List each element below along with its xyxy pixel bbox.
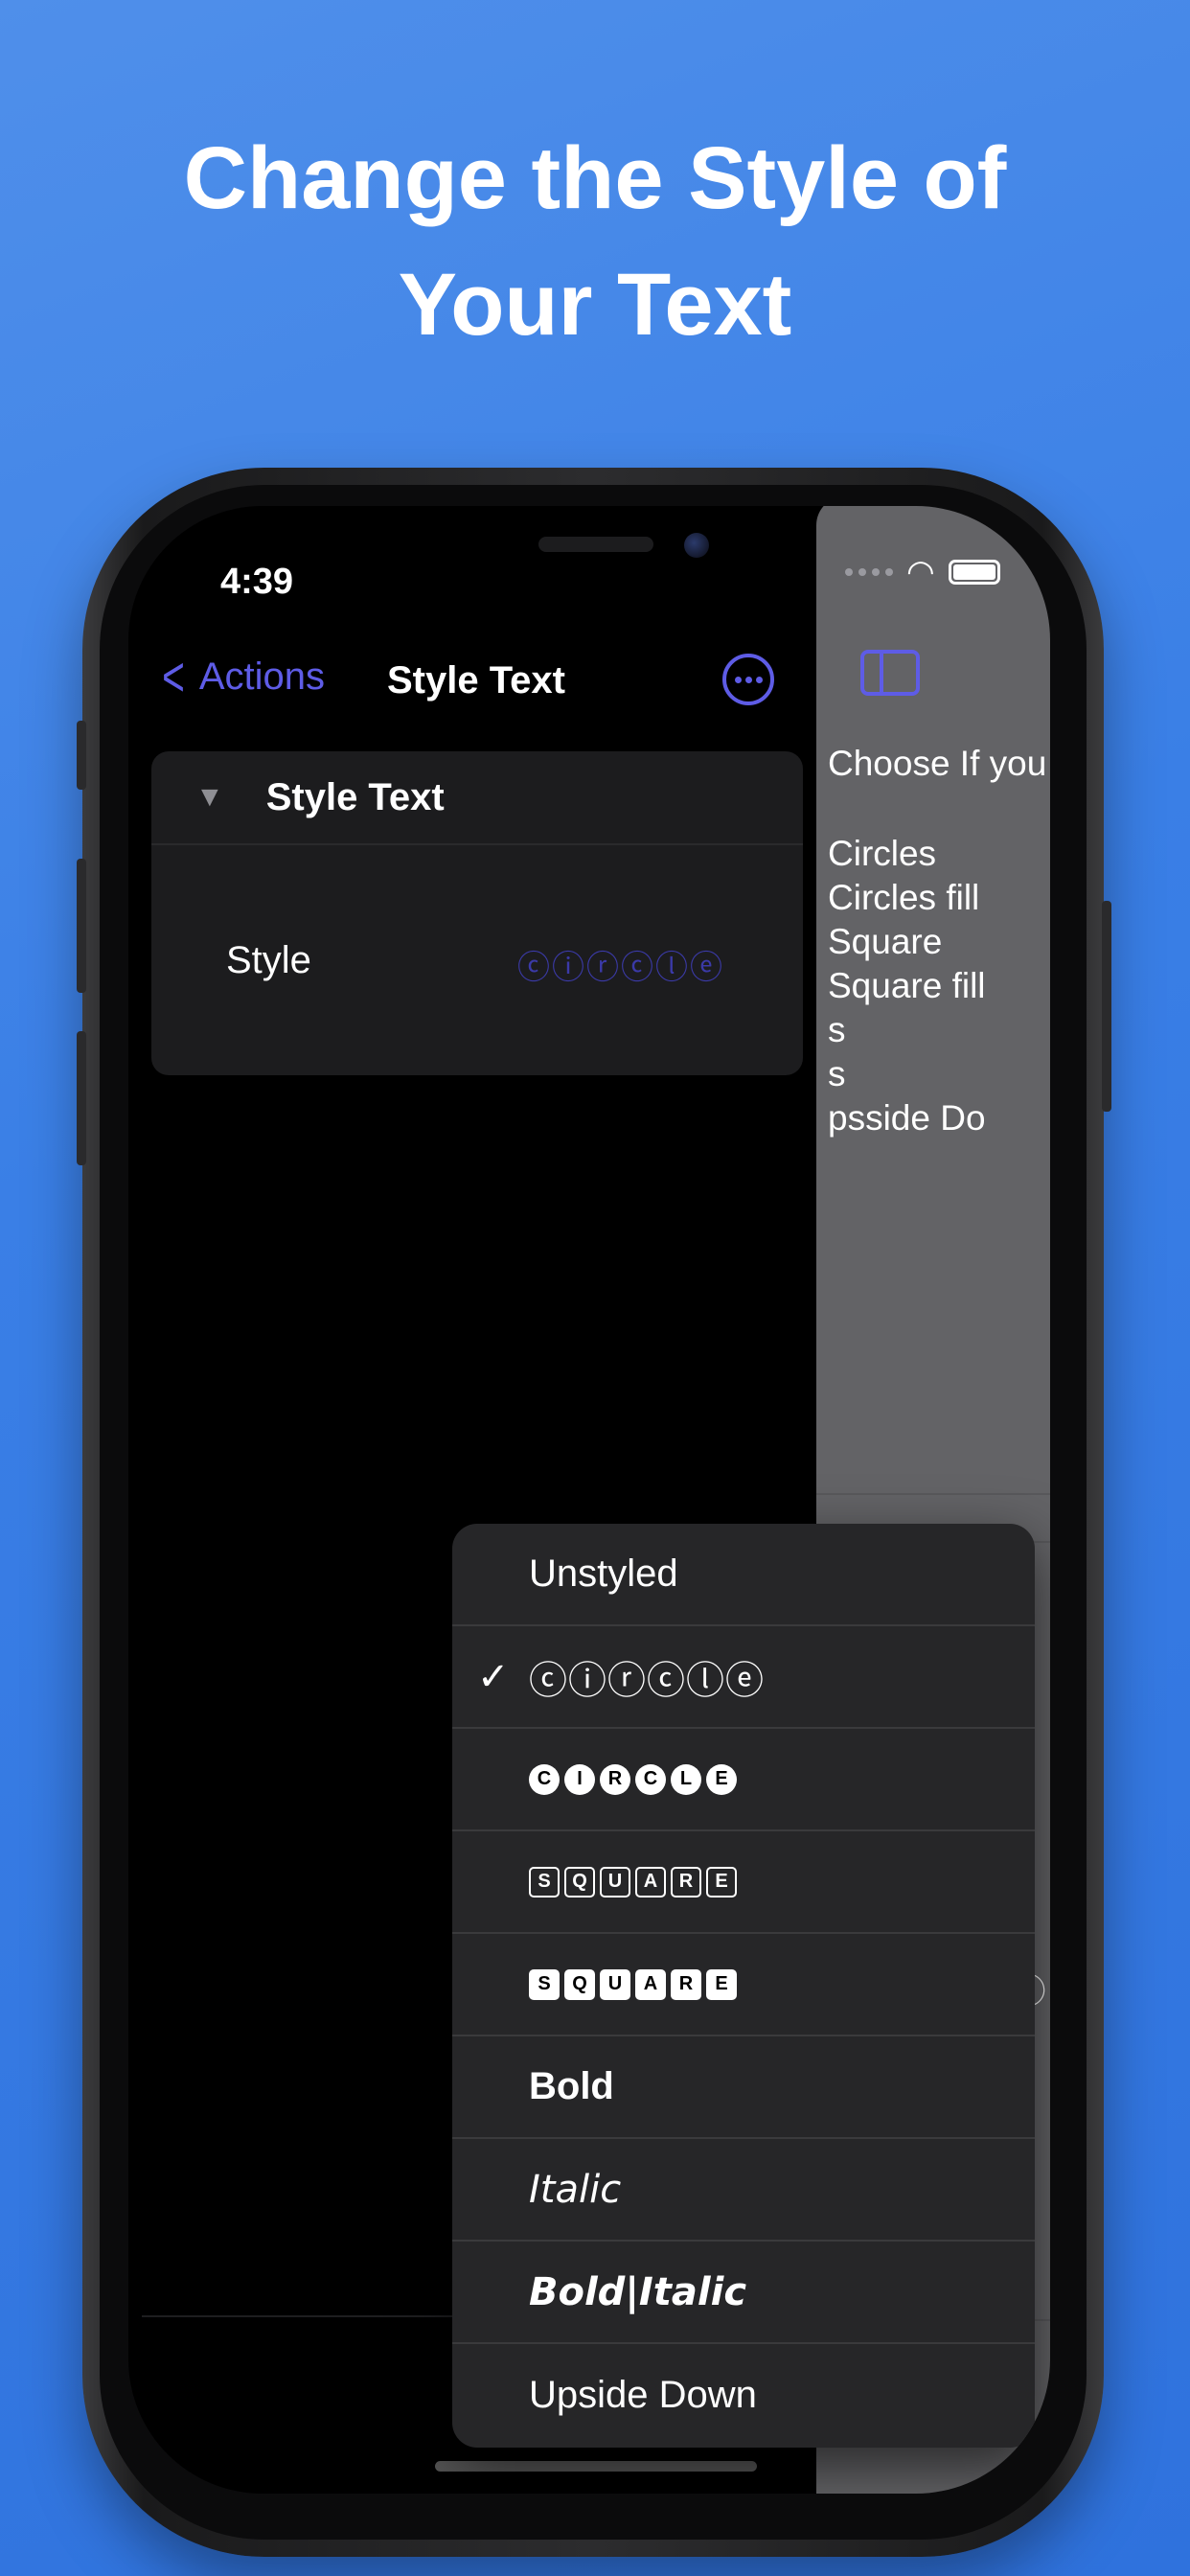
divider <box>816 1493 1050 1495</box>
triangle-down-icon[interactable]: ▼ <box>195 781 224 814</box>
checkmark-icon: ✓ <box>477 1655 510 1698</box>
wifi-icon: ◠ <box>906 554 935 590</box>
volume-up-button <box>77 859 86 993</box>
list-item: Square fill <box>828 966 986 1005</box>
menu-item-letter: R <box>600 1763 630 1795</box>
headline-line-2: Your Text <box>398 256 792 354</box>
menu-item-letter: Q <box>564 1866 595 1898</box>
signal-dots <box>845 568 893 576</box>
list-item: Square <box>828 922 943 961</box>
ellipsis-circle-icon[interactable] <box>722 654 774 705</box>
list-item: Circles <box>828 834 937 873</box>
menu-item-label: Italic <box>529 2167 622 2212</box>
menu-item-letter: E <box>706 1763 737 1795</box>
menu-item-letter: S <box>529 1968 560 2000</box>
menu-item-square-filled[interactable]: SQUARE <box>452 1934 1035 2036</box>
front-camera <box>684 533 709 558</box>
power-button <box>1102 901 1111 1112</box>
menu-item-letter: U <box>600 1866 630 1898</box>
menu-item-circle-outline[interactable]: ✓ ⓒⓘⓡⓒⓛⓔ <box>452 1626 1035 1729</box>
volume-down-button <box>77 1031 86 1165</box>
action-card-header[interactable]: ▼ Style Text <box>151 751 803 845</box>
option-list: Circles Circles fill Square Square fill … <box>828 832 986 1140</box>
style-row-value[interactable]: ⓒⓘⓡⓒⓛⓔ <box>517 941 724 988</box>
nav-title: Style Text <box>387 659 565 702</box>
menu-item-letter: R <box>671 1968 701 2000</box>
action-card-title: Style Text <box>265 775 445 818</box>
menu-item-unstyled[interactable]: Unstyled <box>452 1524 1035 1626</box>
menu-item-letter: U <box>600 1968 630 2000</box>
back-button[interactable]: < Actions <box>157 645 326 708</box>
menu-item-letter: A <box>635 1866 666 1898</box>
menu-item-bold-italic[interactable]: Bold|Italic <box>452 2242 1035 2344</box>
list-item: s <box>828 1010 846 1049</box>
chevron-left-icon: < <box>162 645 185 708</box>
menu-item-bold[interactable]: Bold <box>452 2036 1035 2139</box>
menu-item-square-outline[interactable]: SQUARE <box>452 1831 1035 1934</box>
back-label: Actions <box>198 656 326 698</box>
menu-item-label: ⓒⓘⓡⓒⓛⓔ <box>529 1658 765 1703</box>
menu-item-label: SQUARE <box>529 1866 737 1898</box>
menu-item-letter: R <box>671 1866 701 1898</box>
menu-item-label: SQUARE <box>529 1968 737 2000</box>
headline-line-1: Change the Style of <box>183 129 1007 227</box>
menu-item-letter: E <box>706 1968 737 2000</box>
phone-screen: 4:39 < Actions Style Text ▼ Style Text S… <box>128 506 1050 2494</box>
menu-item-letter: I <box>564 1763 595 1795</box>
style-menu: Unstyled ✓ ⓒⓘⓡⓒⓛⓔ CIRCLE SQUARE SQUARE B… <box>452 1524 1035 2448</box>
menu-item-letter: C <box>635 1763 666 1795</box>
menu-item-label: Upside Down <box>529 2374 757 2416</box>
menu-item-letter: E <box>706 1866 737 1898</box>
menu-item-letter: A <box>635 1968 666 2000</box>
menu-item-label: Bold <box>529 2065 614 2107</box>
sidebar-icon[interactable] <box>860 650 920 696</box>
earpiece <box>538 537 653 552</box>
menu-item-label: Unstyled <box>529 1552 678 1595</box>
menu-item-label: Bold|Italic <box>529 2269 747 2314</box>
list-item: psside Do <box>828 1098 986 1138</box>
list-item: Circles fill <box>828 878 980 917</box>
home-indicator <box>435 2461 757 2472</box>
menu-item-letter: C <box>529 1763 560 1795</box>
menu-item-letter: L <box>671 1763 701 1795</box>
menu-item-label: CIRCLE <box>529 1763 737 1795</box>
status-time: 4:39 <box>220 562 294 602</box>
status-icons: ◠ <box>845 556 1000 588</box>
menu-item-letter: Q <box>564 1968 595 2000</box>
menu-item-letter: S <box>529 1866 560 1898</box>
menu-item-italic[interactable]: Italic <box>452 2139 1035 2242</box>
menu-item-upside-down[interactable]: Upside Down <box>452 2344 1035 2447</box>
menu-item-circle-filled[interactable]: CIRCLE <box>452 1729 1035 1831</box>
action-card: ▼ Style Text Style ⓒⓘⓡⓒⓛⓔ <box>151 751 803 1075</box>
battery-icon <box>948 560 1000 585</box>
headline: Change the Style of Your Text <box>0 115 1190 368</box>
prompt-text: Choose If you <box>828 744 1047 783</box>
style-row-label: Style <box>226 939 311 981</box>
list-item: s <box>828 1054 846 1093</box>
mute-switch <box>77 721 86 790</box>
